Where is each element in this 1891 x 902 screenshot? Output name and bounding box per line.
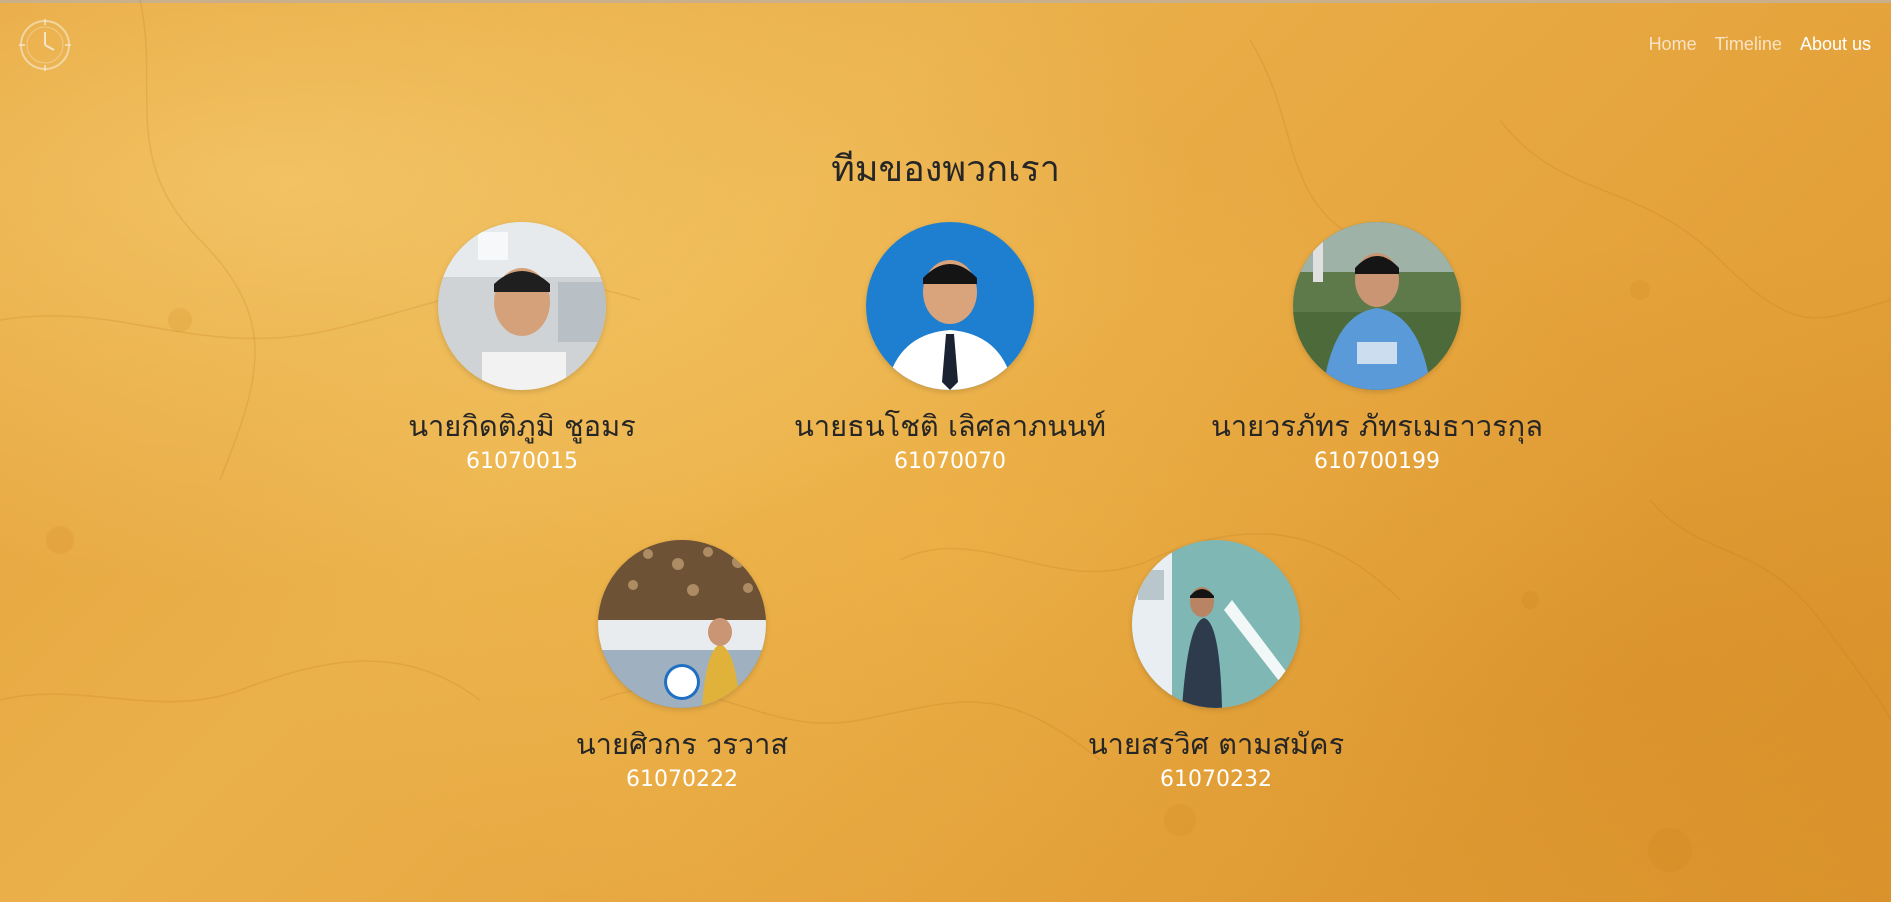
- member-name: นายสรวิศ ตามสมัคร: [1087, 727, 1345, 761]
- clock-logo-icon[interactable]: [16, 16, 74, 74]
- member-student-id: 61070015: [466, 449, 578, 474]
- member-photo: [1132, 540, 1300, 708]
- member-photo: [1293, 222, 1461, 390]
- nav-timeline-link[interactable]: Timeline: [1715, 34, 1782, 55]
- member-student-id: 61070232: [1160, 767, 1272, 792]
- member-photo: [866, 222, 1034, 390]
- member-student-id: 610700199: [1314, 449, 1440, 474]
- member-name: นายกิดติภูมิ ชูอมร: [408, 409, 636, 443]
- member-card: นายวรภัทร ภัทรเมธาวรกุล 610700199: [1187, 222, 1567, 476]
- member-name: นายวรภัทร ภัทรเมธาวรกุล: [1211, 409, 1543, 443]
- member-student-id: 61070070: [894, 449, 1006, 474]
- member-card: นายศิวกร วรวาส 61070222: [492, 540, 872, 794]
- member-card: นายสรวิศ ตามสมัคร 61070232: [1026, 540, 1406, 794]
- member-student-id: 61070222: [626, 767, 738, 792]
- main-nav: Home Timeline About us: [1649, 34, 1871, 55]
- member-card: นายธนโชติ เลิศลาภนนท์ 61070070: [760, 222, 1140, 476]
- member-name: นายธนโชติ เลิศลาภนนท์: [794, 409, 1106, 443]
- nav-about-link[interactable]: About us: [1800, 34, 1871, 55]
- member-name: นายศิวกร วรวาส: [575, 727, 789, 761]
- page-title: ทีมของพวกเรา: [831, 149, 1060, 190]
- member-card: นายกิดติภูมิ ชูอมร 61070015: [332, 222, 712, 476]
- nav-home-link[interactable]: Home: [1649, 34, 1697, 55]
- member-photo: [438, 222, 606, 390]
- member-photo: [598, 540, 766, 708]
